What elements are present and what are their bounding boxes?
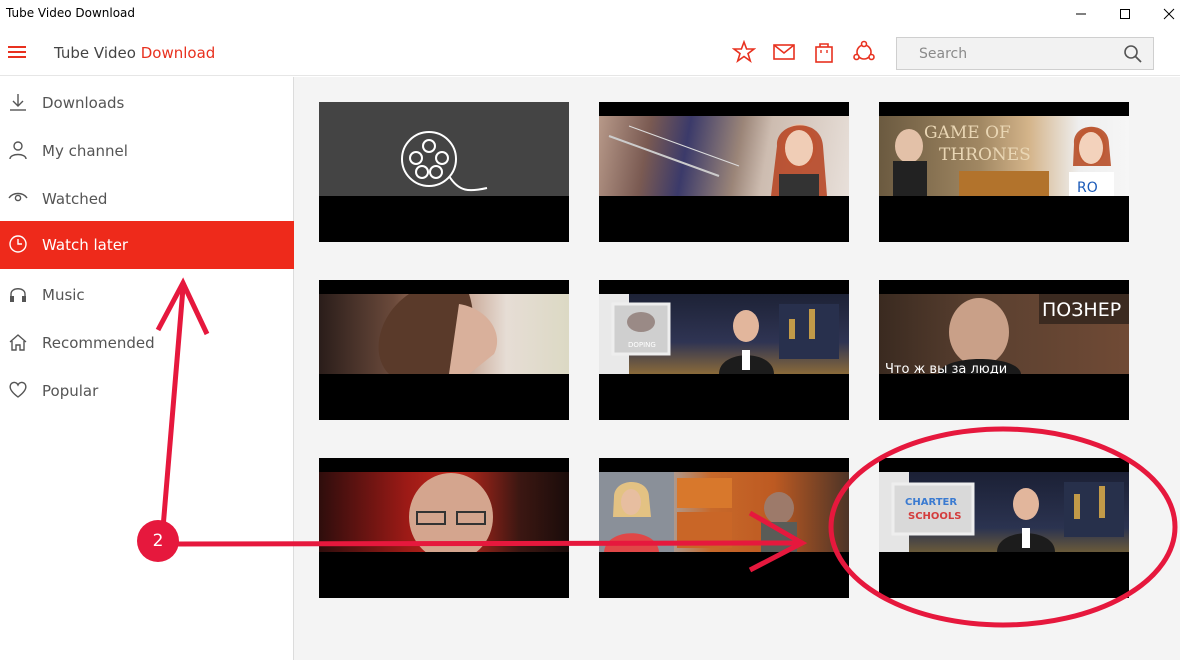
sidebar-item-recommended[interactable]: Recommended (0, 319, 294, 367)
maximize-icon (1120, 9, 1130, 19)
woman-profile (378, 294, 498, 374)
sidebar-item-label: Watch later (42, 236, 129, 254)
video-tile[interactable]: DOPING (599, 280, 849, 420)
video-tile[interactable] (599, 102, 849, 242)
video-thumbnail: CHARTER SCHOOLS (879, 472, 1129, 552)
video-tile[interactable] (599, 458, 849, 598)
game-of-thrones-art: GAME OF THRONES RO (893, 123, 1114, 196)
hamburger-menu-button[interactable] (8, 44, 28, 60)
video-tile[interactable] (319, 102, 569, 242)
headphones-icon (10, 288, 26, 302)
app-title-part2: Download (140, 44, 216, 62)
search-input[interactable] (897, 38, 1117, 69)
overlay-subtitle: Что ж вы за люди (885, 362, 1007, 374)
video-caption (607, 380, 837, 416)
app-header: Tube Video Download (0, 28, 1180, 76)
sidebar-item-watched[interactable]: Watched (0, 175, 294, 223)
window-title: Tube Video Download (6, 6, 136, 20)
share-icon[interactable] (852, 40, 876, 64)
video-thumbnail: ПОЗНЕР Что ж вы за люди (879, 294, 1129, 377)
eye-icon (8, 192, 28, 202)
minimize-icon (1076, 13, 1086, 15)
video-tile[interactable] (319, 458, 569, 598)
sidebar-item-label: Downloads (42, 94, 125, 112)
minimize-button[interactable] (1058, 0, 1104, 28)
sidebar-item-label: Music (42, 286, 85, 304)
video-thumbnail: GAME OF THRONES RO (879, 116, 1129, 196)
close-icon (1163, 8, 1175, 20)
maximize-button[interactable] (1102, 0, 1148, 28)
overlay-title: ПОЗНЕР (1042, 299, 1121, 321)
overlay-title: THRONES (939, 145, 1031, 165)
sidebar-item-label: Popular (42, 382, 99, 400)
video-caption (607, 558, 837, 594)
sidebar-item-label: Watched (42, 190, 108, 208)
video-grid: GAME OF THRONES RO DOPING ПОЗНЕР Что ж в… (294, 77, 1180, 660)
app-title: Tube Video Download (54, 44, 215, 62)
clock-icon (9, 235, 27, 253)
sidebar-item-my-channel[interactable]: My channel (0, 127, 294, 175)
video-caption (327, 558, 557, 594)
search-box[interactable] (896, 37, 1154, 70)
video-caption (327, 202, 557, 238)
download-icon (10, 94, 26, 111)
title-bar: Tube Video Download (0, 0, 1180, 28)
video-thumbnail (319, 102, 569, 196)
app-title-part1: Tube Video (54, 44, 136, 62)
video-caption (887, 558, 1117, 594)
close-button[interactable] (1146, 0, 1180, 28)
annotation-step-badge: 2 (137, 520, 179, 562)
hamburger-line (8, 51, 26, 53)
video-thumbnail (599, 472, 849, 552)
video-tile[interactable] (319, 280, 569, 420)
doping-news-art: DOPING (599, 294, 839, 374)
video-tile[interactable]: GAME OF THRONES RO (879, 102, 1129, 242)
video-caption (607, 202, 837, 238)
video-thumbnail (599, 116, 849, 196)
person-icon (9, 141, 27, 160)
sidebar-item-popular[interactable]: Popular (0, 367, 294, 415)
charter-schools-art: CHARTER SCHOOLS (879, 472, 1124, 552)
overlay-title: GAME OF (924, 123, 1011, 143)
overlay-title: DOPING (628, 341, 656, 349)
overlay-title: SCHOOLS (908, 511, 962, 522)
video-thumbnail (319, 472, 569, 561)
video-thumbnail (319, 294, 569, 374)
heart-icon (9, 381, 27, 398)
video-caption (887, 202, 1117, 238)
hamburger-line (8, 46, 26, 48)
overlay-title: CHARTER (905, 497, 957, 508)
hamburger-line (8, 56, 26, 58)
video-caption (327, 380, 557, 416)
man-glasses-art (409, 473, 493, 561)
app-window: Tube Video Download Tube Video Download (0, 0, 1180, 660)
portrait-woman (608, 124, 827, 196)
video-tile[interactable]: ПОЗНЕР Что ж вы за люди (879, 280, 1129, 420)
video-tile[interactable]: CHARTER SCHOOLS (879, 458, 1129, 598)
film-reel-icon (401, 131, 488, 192)
home-icon (9, 334, 27, 351)
sidebar-item-music[interactable]: Music (0, 271, 294, 319)
video-thumbnail: DOPING (599, 294, 849, 374)
search-icon[interactable] (1123, 44, 1143, 64)
video-caption (887, 380, 1117, 416)
mail-icon[interactable] (772, 40, 796, 64)
sidebar-item-label: My channel (42, 142, 128, 160)
sidebar-item-label: Recommended (42, 334, 155, 352)
sidebar: Downloads My channel Watched Watch later… (0, 77, 294, 660)
bag-icon[interactable] (812, 40, 836, 64)
pozner-interview-art: ПОЗНЕР Что ж вы за люди (885, 294, 1129, 377)
star-icon[interactable] (731, 39, 757, 64)
shirt-letters: RO (1077, 180, 1098, 196)
sidebar-item-watch-later[interactable]: Watch later (0, 221, 294, 269)
news-anchor-art (599, 472, 797, 552)
sidebar-item-downloads[interactable]: Downloads (0, 79, 294, 127)
